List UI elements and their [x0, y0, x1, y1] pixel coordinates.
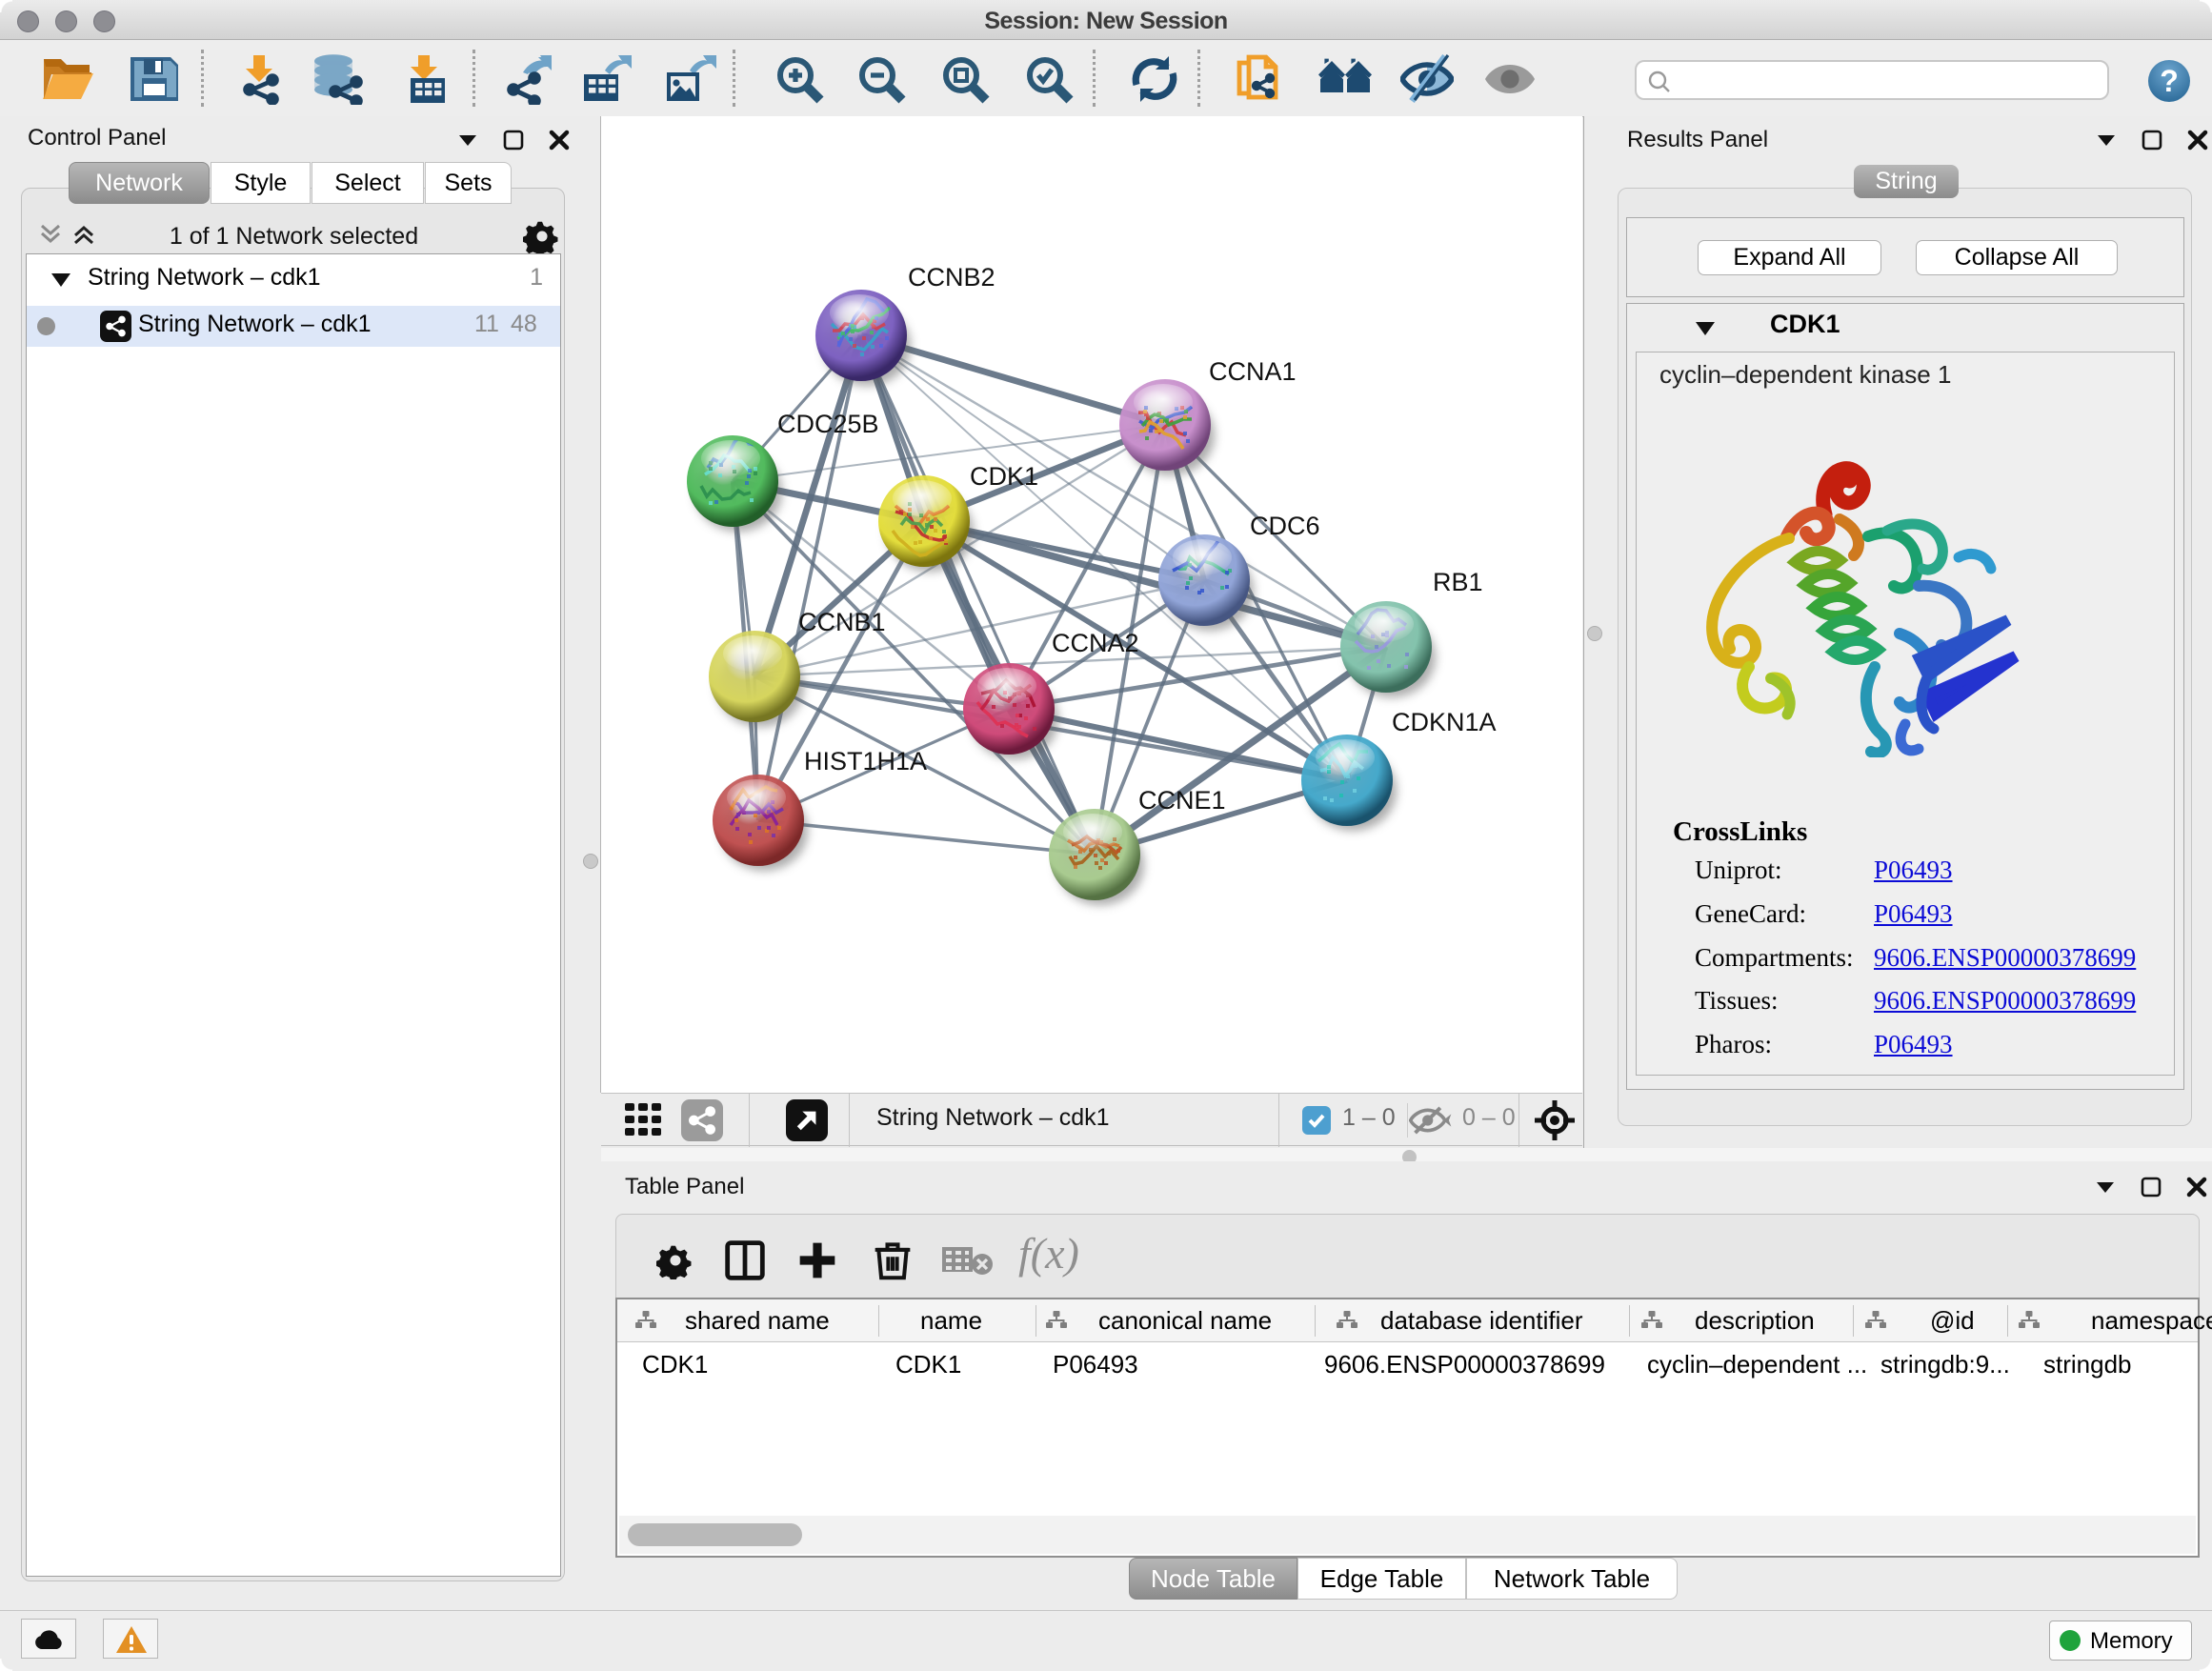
- svg-text:CDKN1A: CDKN1A: [1392, 708, 1497, 736]
- svg-text:CDK1: CDK1: [970, 462, 1038, 491]
- svg-text:CCNB1: CCNB1: [798, 608, 886, 636]
- svg-text:CDC6: CDC6: [1250, 512, 1320, 540]
- svg-text:HIST1H1A: HIST1H1A: [804, 747, 927, 775]
- svg-text:CCNA1: CCNA1: [1209, 357, 1297, 386]
- svg-text:CCNB2: CCNB2: [908, 263, 995, 292]
- svg-text:CCNA2: CCNA2: [1052, 629, 1139, 657]
- svg-text:CCNE1: CCNE1: [1138, 786, 1226, 815]
- svg-text:RB1: RB1: [1433, 568, 1483, 596]
- svg-text:CDC25B: CDC25B: [777, 410, 879, 438]
